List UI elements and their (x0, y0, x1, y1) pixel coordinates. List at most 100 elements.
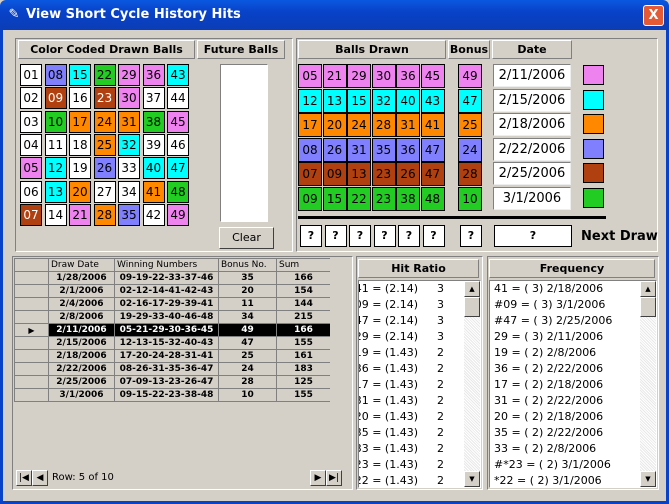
ball-cell[interactable]: 18 (69, 133, 91, 156)
column-header[interactable]: Sum (276, 258, 330, 272)
ball-cell[interactable]: 08 (44, 64, 67, 86)
ball-cell[interactable]: 20 (69, 180, 91, 203)
next-draw-ball[interactable]: ? (300, 225, 322, 247)
column-header[interactable]: Bonus No. (218, 258, 277, 272)
row-selector[interactable] (14, 297, 49, 311)
next-draw-ball[interactable]: ? (324, 225, 347, 247)
next-draw-date[interactable]: ? (494, 225, 572, 247)
ball-cell[interactable]: 07 (20, 203, 42, 226)
ball-cell[interactable]: 03 (20, 110, 42, 133)
hit-ratio-item[interactable]: 35 = (1.43) 2 (359, 425, 480, 441)
row-selector[interactable] (14, 271, 49, 285)
frequency-item[interactable]: 41 = ( 3) 2/18/2006 (490, 281, 656, 297)
color-swatch[interactable] (583, 138, 604, 159)
hit-ratio-item[interactable]: #*09 = (2.14) 3 (359, 297, 480, 313)
next-draw-ball[interactable]: ? (373, 225, 396, 247)
frequency-item[interactable]: 33 = ( 2) 2/8/2006 (490, 441, 656, 457)
row-selector[interactable] (14, 362, 49, 376)
hit-ratio-item[interactable]: #47 = (2.14) 3 (359, 313, 480, 329)
scroll-thumb[interactable] (464, 297, 480, 317)
ball-cell[interactable]: 22 (93, 64, 116, 86)
table-row[interactable]: 3/1/2006 09-15-22-23-38-48 10 155 (14, 388, 330, 402)
scroll-down-button[interactable]: ▼ (640, 471, 656, 487)
next-draw-ball[interactable]: ? (422, 225, 445, 247)
frequency-item[interactable]: 19 = ( 2) 2/8/2006 (490, 345, 656, 361)
table-row[interactable]: 2/4/2006 02-16-17-29-39-41 11 144 (14, 297, 330, 311)
frequency-item[interactable]: 36 = ( 2) 2/22/2006 (490, 361, 656, 377)
ball-cell[interactable]: 25 (93, 133, 116, 156)
ball-cell[interactable]: 45 (167, 110, 189, 133)
table-row[interactable]: 2/22/2006 08-26-31-35-36-47 24 183 (14, 362, 330, 376)
table-row[interactable]: 2/25/2006 07-09-13-23-26-47 28 125 (14, 375, 330, 389)
ball-cell[interactable]: 17 (69, 110, 91, 133)
clear-button[interactable]: Clear (219, 227, 274, 249)
frequency-item[interactable]: 35 = ( 2) 2/22/2006 (490, 425, 656, 441)
ball-cell[interactable]: 13 (44, 180, 67, 203)
ball-cell[interactable]: 02 (20, 87, 42, 110)
ball-cell[interactable]: 01 (20, 64, 42, 86)
close-button[interactable]: X (643, 5, 664, 26)
next-draw-ball[interactable]: ? (349, 225, 371, 247)
ball-cell[interactable]: 09 (44, 87, 67, 110)
frequency-item[interactable]: 20 = ( 2) 2/18/2006 (490, 409, 656, 425)
ball-cell[interactable]: 41 (142, 180, 165, 203)
row-selector[interactable] (14, 349, 49, 363)
color-swatch[interactable] (583, 187, 604, 208)
ball-cell[interactable]: 21 (69, 203, 91, 226)
next-draw-ball[interactable]: ? (398, 225, 420, 247)
ball-cell[interactable]: 36 (142, 64, 165, 86)
ball-cell[interactable]: 35 (118, 203, 140, 226)
ball-cell[interactable]: 42 (142, 203, 165, 226)
next-record-button[interactable]: ▶ (310, 470, 326, 486)
ball-cell[interactable]: 11 (44, 133, 67, 156)
column-header[interactable]: Draw Date (48, 258, 115, 272)
ball-cell[interactable]: 37 (142, 87, 165, 110)
frequency-item[interactable]: 31 = ( 2) 2/22/2006 (490, 393, 656, 409)
frequency-item[interactable]: 29 = ( 3) 2/11/2006 (490, 329, 656, 345)
ball-cell[interactable]: 10 (44, 110, 67, 133)
color-swatch[interactable] (583, 65, 604, 85)
table-row[interactable]: 2/8/2006 19-29-33-40-46-48 34 215 (14, 310, 330, 324)
ball-cell[interactable]: 47 (167, 157, 189, 180)
hit-ratio-scrollbar[interactable]: ▲ ▼ (464, 281, 480, 487)
scroll-up-button[interactable]: ▲ (464, 281, 480, 297)
row-selector[interactable] (14, 284, 49, 298)
hit-ratio-item[interactable]: 17 = (1.43) 2 (359, 377, 480, 393)
ball-cell[interactable]: 48 (167, 180, 189, 203)
scroll-up-button[interactable]: ▲ (640, 281, 656, 297)
hit-ratio-item[interactable]: 20 = (1.43) 2 (359, 409, 480, 425)
row-selector[interactable]: ▶ (14, 323, 49, 337)
ball-cell[interactable]: 43 (167, 64, 189, 86)
ball-cell[interactable]: 33 (118, 157, 140, 180)
ball-cell[interactable]: 30 (118, 87, 140, 110)
table-row[interactable]: ▶ 2/11/2006 05-21-29-30-36-45 49 166 (14, 323, 330, 337)
column-header[interactable]: Winning Numbers (114, 258, 219, 272)
hit-ratio-item[interactable]: 31 = (1.43) 2 (359, 393, 480, 409)
last-record-button[interactable]: ▶| (326, 470, 342, 486)
ball-cell[interactable]: 16 (69, 87, 91, 110)
ball-cell[interactable]: 12 (44, 157, 67, 180)
ball-cell[interactable]: 27 (93, 180, 116, 203)
frequency-scrollbar[interactable]: ▲ ▼ (640, 281, 656, 487)
row-selector[interactable] (14, 388, 49, 402)
hit-ratio-item[interactable]: 36 = (1.43) 2 (359, 361, 480, 377)
row-selector[interactable] (14, 336, 49, 350)
hit-ratio-item[interactable]: 33 = (1.43) 2 (359, 441, 480, 457)
scroll-thumb[interactable] (640, 297, 656, 317)
frequency-item[interactable]: #09 = ( 3) 3/1/2006 (490, 297, 656, 313)
ball-cell[interactable]: 28 (93, 203, 116, 226)
hit-ratio-item[interactable]: 19 = (1.43) 2 (359, 345, 480, 361)
ball-cell[interactable]: 32 (118, 133, 140, 156)
hit-ratio-item[interactable]: 29 = (2.14) 3 (359, 329, 480, 345)
table-row[interactable]: 2/1/2006 02-12-14-41-42-43 20 154 (14, 284, 330, 298)
hit-ratio-item[interactable]: 41 = (2.14) 3 (359, 281, 480, 297)
frequency-item[interactable]: 17 = ( 2) 2/18/2006 (490, 377, 656, 393)
ball-cell[interactable]: 40 (142, 157, 165, 180)
frequency-item[interactable]: #47 = ( 3) 2/25/2006 (490, 313, 656, 329)
ball-cell[interactable]: 23 (93, 87, 116, 110)
ball-cell[interactable]: 26 (93, 157, 116, 180)
table-row[interactable]: 2/15/2006 12-13-15-32-40-43 47 155 (14, 336, 330, 350)
hit-ratio-list[interactable]: 41 = (2.14)3#*09 = (2.14)3#47 = (2.14)32… (358, 280, 481, 488)
ball-cell[interactable]: 14 (44, 203, 67, 226)
ball-cell[interactable]: 06 (20, 180, 42, 203)
